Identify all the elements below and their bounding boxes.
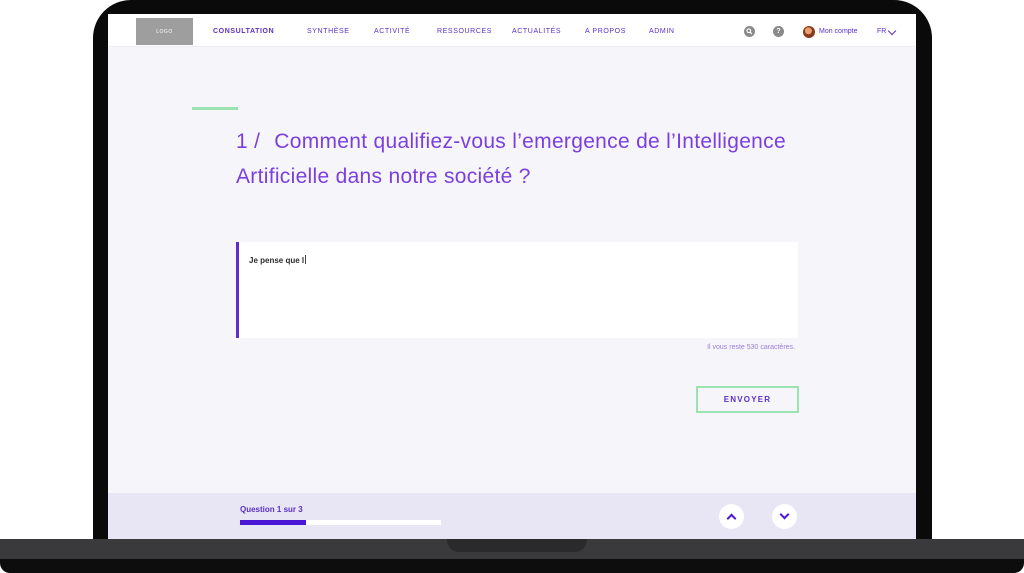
answer-textarea[interactable]: Je pense que l <box>236 242 798 338</box>
nav-consultation[interactable]: CONSULTATION <box>213 28 274 35</box>
account-link[interactable]: Mon compte <box>819 28 858 35</box>
nav-activite[interactable]: ACTIVITÉ <box>374 28 410 35</box>
chevron-down-icon[interactable] <box>887 26 897 36</box>
nav-actualites[interactable]: ACTUALITÉS <box>512 28 561 35</box>
accent-divider <box>192 107 238 110</box>
chevron-down-icon <box>779 509 790 520</box>
send-button[interactable]: ENVOYER <box>696 386 799 413</box>
question-title: 1 /Comment qualifiez-vous l’emergence de… <box>236 124 796 194</box>
previous-question-button[interactable] <box>719 504 744 529</box>
question-text: Comment qualifiez-vous l’emergence de l’… <box>236 130 786 188</box>
laptop-base-bottom <box>0 559 1024 573</box>
nav-synthese[interactable]: SYNTHÈSE <box>307 28 350 35</box>
answer-value: Je pense que l <box>249 256 305 265</box>
progress-track <box>240 520 441 525</box>
app-screen: LOGO CONSULTATION SYNTHÈSE ACTIVITÉ RESS… <box>108 14 916 539</box>
remaining-characters: Il vous reste 530 caractères. <box>707 344 795 351</box>
avatar[interactable] <box>803 26 815 38</box>
progress-footer: Question 1 sur 3 <box>108 493 916 539</box>
next-question-button[interactable] <box>772 504 797 529</box>
progress-fill <box>240 520 307 525</box>
help-icon[interactable]: ? <box>773 26 784 37</box>
laptop-notch <box>447 539 587 552</box>
top-navbar: LOGO CONSULTATION SYNTHÈSE ACTIVITÉ RESS… <box>108 14 916 47</box>
progress-label: Question 1 sur 3 <box>240 505 303 514</box>
nav-admin[interactable]: ADMIN <box>649 28 675 35</box>
language-selector[interactable]: FR <box>877 28 886 35</box>
nav-a-propos[interactable]: A PROPOS <box>585 28 626 35</box>
logo[interactable]: LOGO <box>136 18 193 45</box>
chevron-up-icon <box>726 513 737 524</box>
search-icon[interactable] <box>744 26 755 37</box>
nav-ressources[interactable]: RESSOURCES <box>437 28 492 35</box>
search-icon-glyph <box>746 28 753 35</box>
question-number: 1 / <box>236 130 261 153</box>
